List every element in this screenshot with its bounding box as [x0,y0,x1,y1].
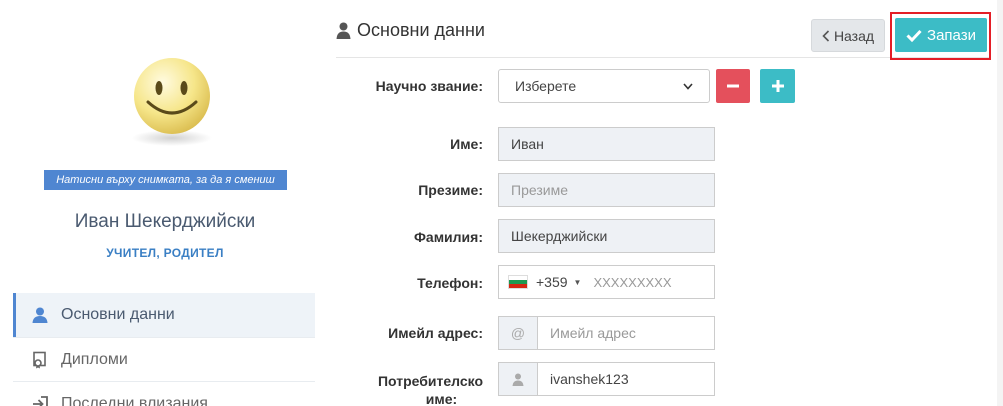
email-field-group: @ Имейл адрес [498,316,715,350]
avatar-smiley-photo[interactable] [124,52,220,148]
nav-item-label: Последни влизания [61,394,208,406]
save-button[interactable]: Запази [895,18,987,52]
at-sign-icon: @ [498,316,538,350]
middle-name-field[interactable]: Презиме [498,173,715,207]
email-label: Имейл адрес: [388,325,483,341]
user-addon [498,362,538,396]
back-button[interactable]: Назад [811,19,885,52]
profile-sidebar: Натисни върху снимката, за да я смениш И… [0,0,330,406]
nav-item-diplomas[interactable]: Дипломи [13,337,315,381]
phone-label: Телефон: [417,275,483,291]
certificate-icon [33,351,46,368]
section-title: Основни данни [336,20,485,41]
save-button-label: Запази [927,26,976,44]
minus-icon [727,84,739,88]
username-field[interactable]: ivanshek123 [538,362,715,396]
phone-field[interactable]: +359 ▼ XXXXXXXXX [498,265,715,299]
nav-item-last-logins[interactable]: Последни влизания [13,381,315,406]
chevron-down-icon [683,82,693,90]
email-field[interactable]: Имейл адрес [538,316,715,350]
first-name-field[interactable]: Иван [498,127,715,161]
first-name-label: Име: [450,136,483,152]
profile-nav: Основни данни Дипломи Последни влизания [13,293,315,406]
user-icon [336,22,351,39]
chevron-left-icon [822,29,830,42]
profile-roles: УЧИТЕЛ, РОДИТЕЛ [106,246,224,260]
add-degree-button[interactable] [760,69,795,103]
degree-select-value: Изберете [515,78,577,94]
page: Натисни върху снимката, за да я смениш И… [0,0,1003,406]
last-name-label: Фамилия: [413,229,483,245]
middle-name-placeholder: Презиме [511,182,568,198]
email-placeholder: Имейл адрес [550,325,636,341]
change-photo-hint[interactable]: Натисни върху снимката, за да я смениш [44,170,287,190]
bulgaria-flag-icon[interactable] [508,275,528,289]
nav-item-label: Дипломи [61,350,128,368]
username-label-line2: име: [425,391,458,406]
sign-in-icon [33,395,48,406]
last-name-field[interactable]: Шекерджийски [498,219,715,253]
degree-select[interactable]: Изберете [498,69,710,103]
first-name-value: Иван [511,136,544,152]
plus-icon [771,80,784,92]
user-icon [512,373,524,386]
check-icon [906,29,922,42]
username-field-group: ivanshek123 [498,362,715,396]
nav-item-label: Основни данни [61,306,175,323]
last-name-value: Шекерджийски [511,228,608,244]
phone-number-placeholder: XXXXXXXXX [593,274,672,290]
middle-name-label: Презиме: [418,182,483,198]
username-label: Потребителско име: [340,372,483,406]
user-icon [32,307,48,323]
username-value: ivanshek123 [550,371,629,387]
section-title-text: Основни данни [357,20,485,40]
profile-name: Иван Шекерджийски [74,211,256,232]
remove-degree-button[interactable] [716,69,750,103]
username-label-line1: Потребителско [377,373,483,389]
back-button-label: Назад [833,27,875,44]
degree-label: Научно звание: [375,78,483,94]
phone-country-code[interactable]: +359 [536,274,568,290]
caret-down-icon[interactable]: ▼ [574,278,582,287]
scrollbar[interactable] [997,0,1003,406]
nav-item-basic-data[interactable]: Основни данни [13,293,315,337]
